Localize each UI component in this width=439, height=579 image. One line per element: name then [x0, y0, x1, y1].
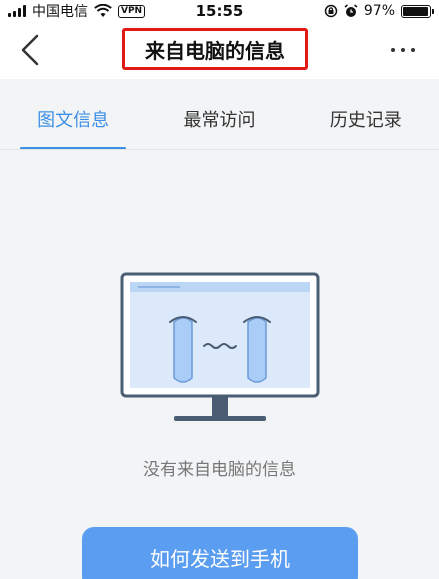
chevron-left-icon	[21, 34, 39, 66]
how-to-send-label: 如何发送到手机	[150, 547, 290, 571]
back-button[interactable]	[10, 32, 50, 68]
more-dot	[391, 48, 395, 52]
nav-header: 来自电脑的信息	[0, 22, 439, 79]
tab-label: 图文信息	[37, 110, 110, 131]
tabs-divider	[0, 149, 439, 150]
rotation-lock-icon	[324, 4, 338, 18]
empty-state-message: 没有来自电脑的信息	[143, 460, 296, 480]
status-left: 中国电信 VPN	[8, 1, 146, 21]
vpn-badge: VPN	[118, 4, 146, 18]
tab-label: 历史记录	[329, 110, 402, 131]
tab-history[interactable]: 历史记录	[293, 88, 439, 150]
how-to-send-button[interactable]: 如何发送到手机	[82, 527, 358, 579]
battery-percent: 97%	[363, 3, 395, 19]
tab-label: 最常访问	[183, 110, 256, 131]
crying-monitor-illustration	[120, 272, 320, 421]
more-button[interactable]	[383, 36, 423, 64]
carrier-label: 中国电信	[32, 4, 88, 20]
status-time: 15:55	[195, 2, 244, 20]
more-dot	[411, 48, 415, 52]
tab-graphic-messages[interactable]: 图文信息	[0, 88, 146, 150]
battery-icon	[401, 4, 434, 18]
status-right: 97%	[324, 0, 434, 22]
page-title: 来自电脑的信息	[145, 38, 285, 63]
title-highlight-box: 来自电脑的信息	[122, 28, 308, 70]
tab-most-visited[interactable]: 最常访问	[146, 88, 292, 150]
alarm-icon	[344, 4, 358, 17]
status-bar: 中国电信 VPN 15:55 97%	[0, 0, 439, 22]
more-dot	[401, 48, 405, 52]
signal-icon	[8, 5, 26, 17]
tab-bar: 图文信息 最常访问 历史记录	[0, 88, 439, 150]
wifi-icon	[94, 4, 112, 17]
battery-fill	[403, 6, 429, 16]
